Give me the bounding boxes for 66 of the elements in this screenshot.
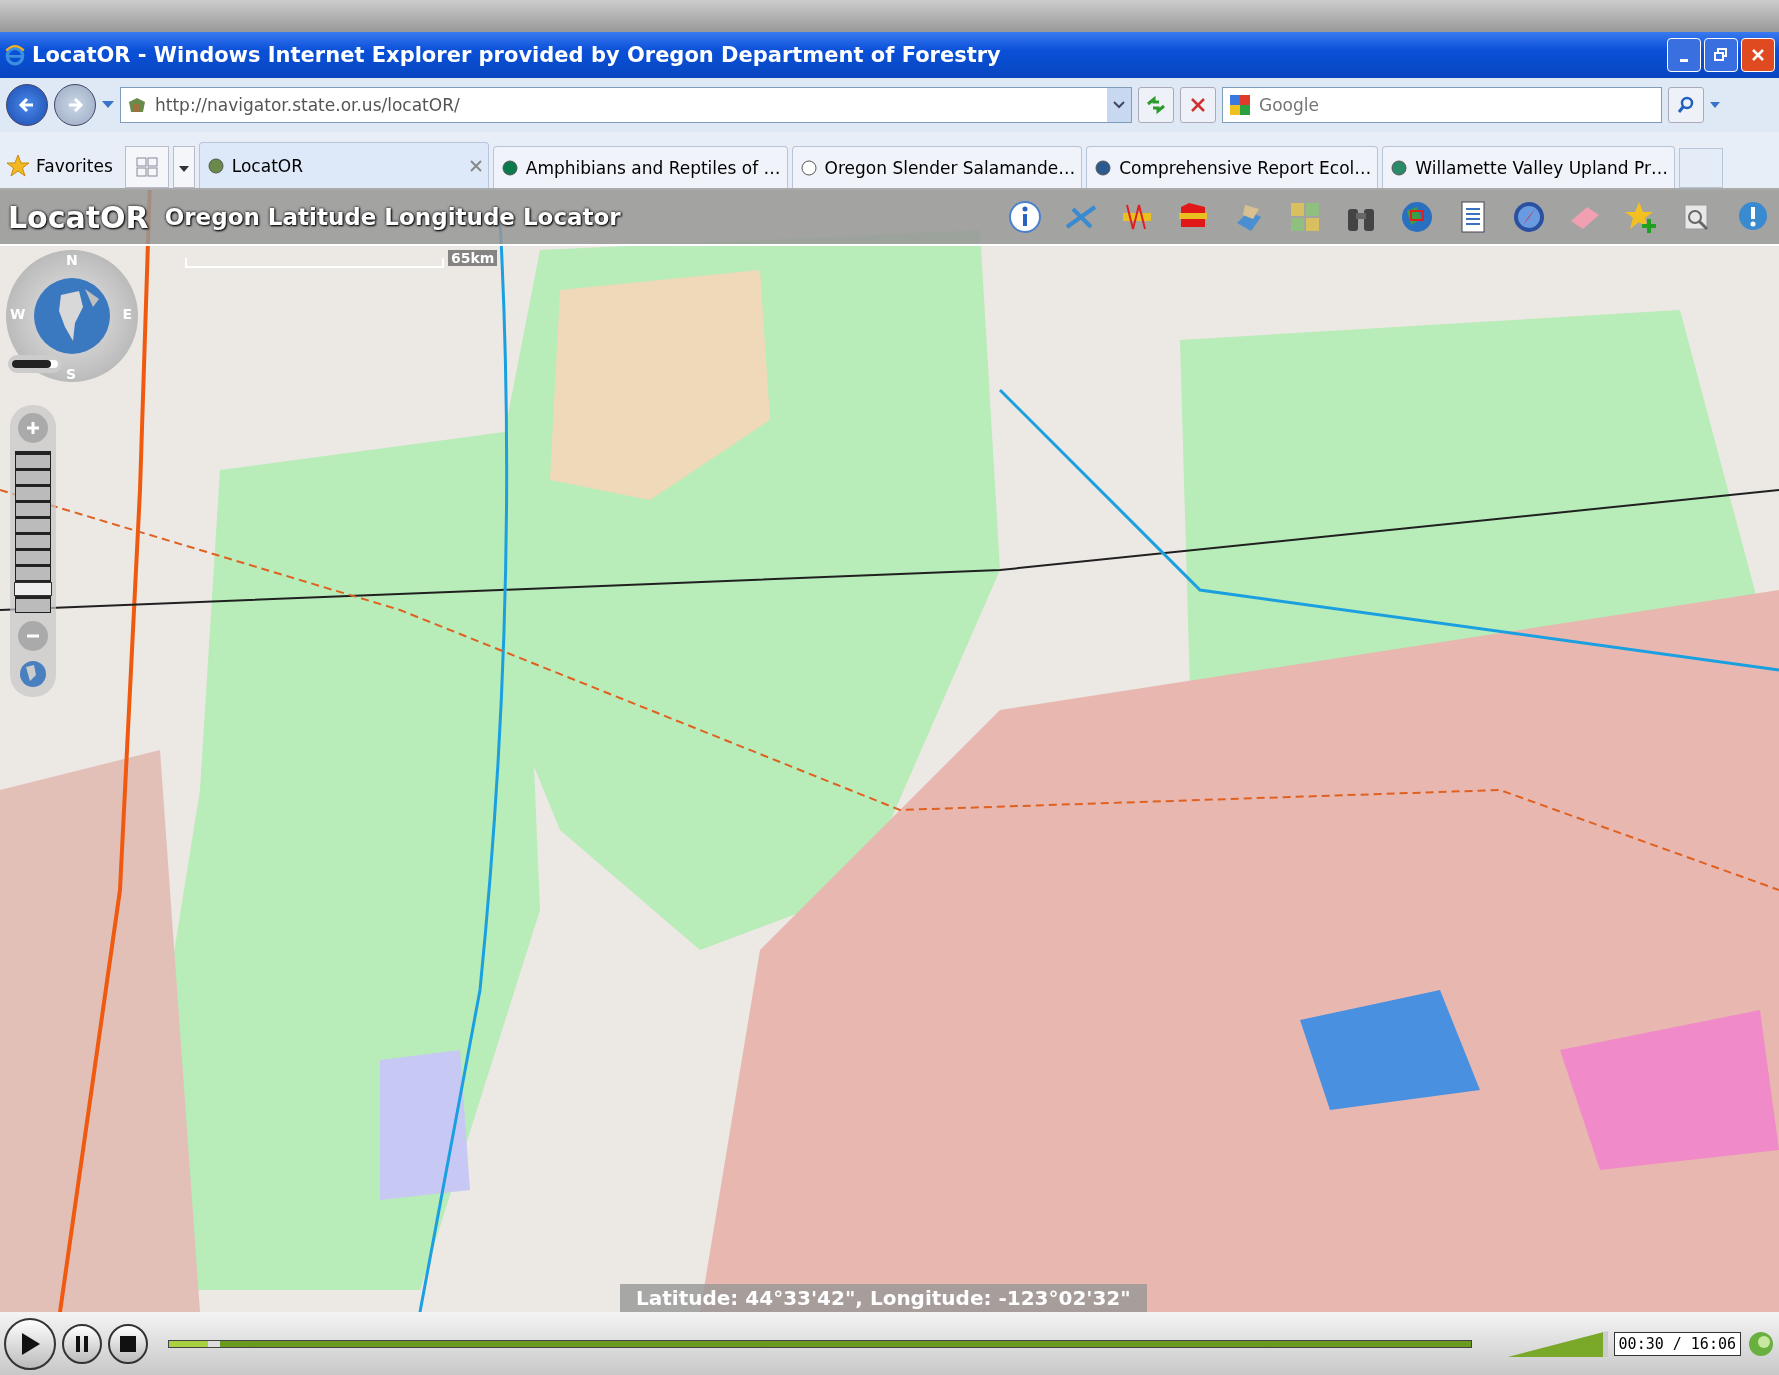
favorites-button[interactable]: Favorites bbox=[4, 144, 121, 188]
browser-tab[interactable]: LocatOR bbox=[198, 142, 489, 188]
stop-icon bbox=[120, 1335, 136, 1352]
play-button[interactable] bbox=[4, 1317, 56, 1370]
site-icon bbox=[1093, 157, 1114, 178]
search-button[interactable] bbox=[1668, 87, 1704, 123]
minimize-icon bbox=[1680, 58, 1688, 62]
zoom-in-button[interactable] bbox=[18, 413, 48, 443]
compass-icon[interactable] bbox=[1511, 199, 1547, 235]
app-subtitle: Oregon Latitude Longitude Locator bbox=[164, 204, 621, 230]
close-icon bbox=[1190, 97, 1206, 113]
time-display: 00:30 / 16:06 bbox=[1613, 1331, 1741, 1356]
play-icon bbox=[19, 1331, 41, 1356]
site-icon bbox=[205, 155, 226, 176]
dropdown-arrow-icon[interactable] bbox=[102, 101, 114, 109]
browser-logo-icon bbox=[4, 44, 26, 66]
close-button[interactable] bbox=[1741, 38, 1775, 72]
plus-icon bbox=[26, 421, 40, 435]
compass-letter: S bbox=[66, 366, 77, 382]
globe-icon bbox=[33, 277, 111, 355]
browser-tab[interactable]: Oregon Slender Salamande… bbox=[791, 146, 1083, 188]
browser-tab[interactable]: Willamette Valley Upland Pr… bbox=[1382, 146, 1675, 188]
compass-letter: N bbox=[66, 252, 78, 268]
compass-letter: E bbox=[122, 306, 132, 322]
dropdown-arrow-icon[interactable] bbox=[1710, 102, 1720, 108]
progress-track[interactable] bbox=[168, 1339, 1472, 1348]
coordinates-readout: Latitude: 44°33'42", Longitude: -123°02'32" bbox=[620, 1284, 1147, 1312]
restore-icon bbox=[1714, 48, 1728, 62]
site-icon bbox=[1389, 157, 1410, 178]
zoom-slider-thumb[interactable] bbox=[14, 582, 52, 596]
window-title: LocatOR - Windows Internet Explorer provided by Oregon Department of Forestry bbox=[32, 43, 1002, 67]
stop-button[interactable] bbox=[108, 1323, 148, 1364]
address-dropdown-button[interactable] bbox=[1107, 88, 1131, 122]
minimize-button[interactable] bbox=[1667, 38, 1701, 72]
restore-button[interactable] bbox=[1704, 38, 1738, 72]
site-icon bbox=[127, 96, 147, 114]
chevron-icon bbox=[1113, 101, 1125, 109]
tab-list-button[interactable] bbox=[172, 146, 195, 188]
info-icon[interactable] bbox=[1007, 199, 1043, 235]
zoom-slider[interactable] bbox=[15, 451, 51, 613]
refresh-icon bbox=[1145, 96, 1167, 114]
globe-icon[interactable] bbox=[18, 659, 48, 689]
search-provider-icon bbox=[1229, 94, 1251, 116]
address-field[interactable]: http://navigator.state.or.us/locatOR/ bbox=[120, 87, 1132, 123]
refresh-button[interactable] bbox=[1138, 87, 1174, 123]
back-button[interactable] bbox=[6, 84, 48, 126]
grid-icon bbox=[135, 157, 158, 177]
status-icon bbox=[1747, 1329, 1775, 1358]
close-tab-icon[interactable] bbox=[469, 159, 482, 172]
site-icon bbox=[798, 157, 819, 178]
zoom-out-button[interactable] bbox=[18, 621, 48, 651]
browser-tab[interactable]: Amphibians and Reptiles of … bbox=[492, 146, 788, 188]
scale-label: 65km bbox=[448, 250, 498, 266]
forward-button[interactable] bbox=[54, 84, 96, 126]
opacity-slider[interactable] bbox=[8, 355, 62, 373]
compass-letter: W bbox=[10, 306, 26, 322]
pause-button[interactable] bbox=[62, 1323, 102, 1364]
browser-tab[interactable]: Comprehensive Report Ecol… bbox=[1086, 146, 1379, 188]
site-icon bbox=[499, 157, 520, 178]
search-icon bbox=[1677, 96, 1695, 114]
caret-icon bbox=[178, 165, 189, 172]
close-icon bbox=[1751, 48, 1765, 62]
search-field[interactable]: Google bbox=[1222, 87, 1662, 123]
pause-icon bbox=[75, 1335, 89, 1352]
star-icon bbox=[6, 154, 30, 178]
app-title: LocatOR bbox=[8, 199, 149, 235]
